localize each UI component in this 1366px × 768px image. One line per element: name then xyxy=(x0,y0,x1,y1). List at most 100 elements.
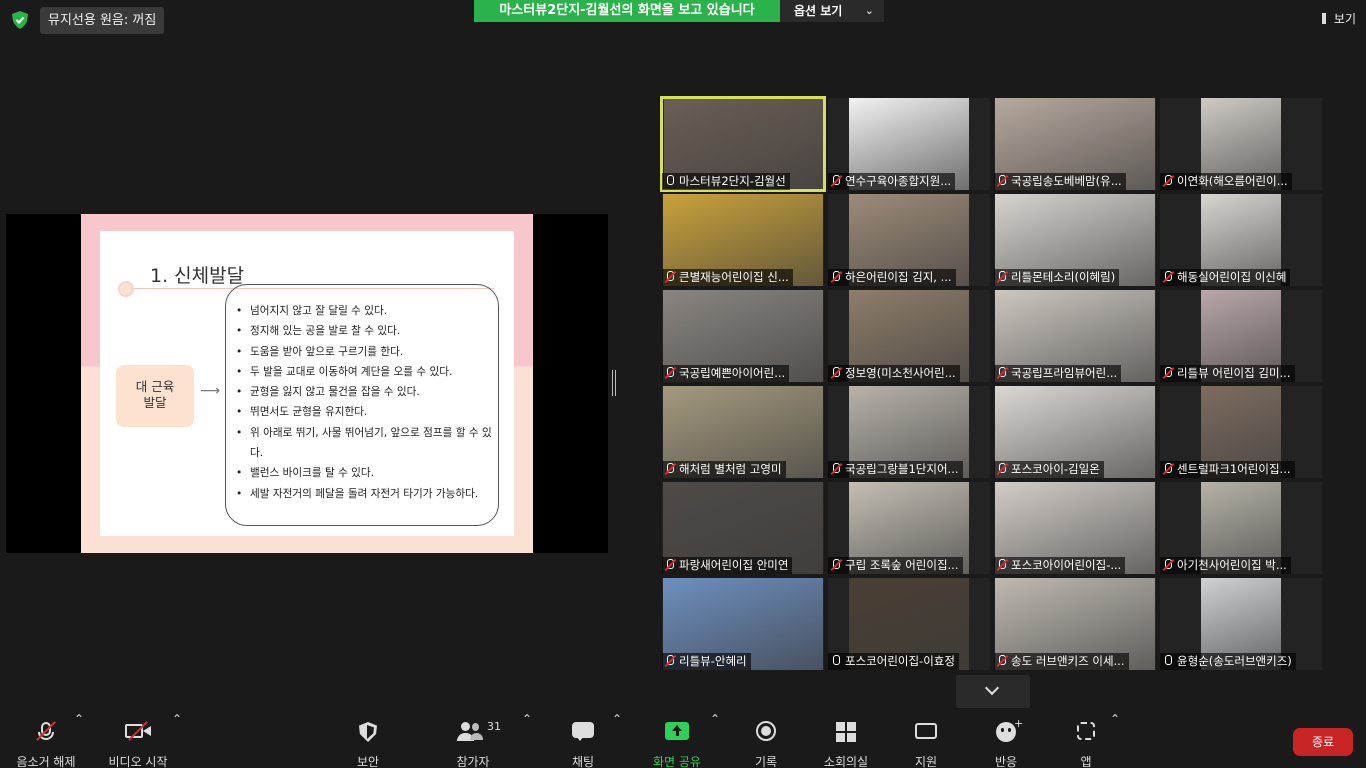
participant-name-label: 마스터뷰2단지-김월선 xyxy=(662,173,790,190)
participant-tile[interactable]: 리틀뷰-안혜리 xyxy=(660,576,826,672)
gallery-collapse-button[interactable] xyxy=(956,675,1030,708)
participant-tile[interactable]: 이연화(해오름어린이... xyxy=(1158,96,1324,192)
view-button[interactable]: 보기 xyxy=(1321,10,1356,27)
participant-tile[interactable]: 포스코아이어린이집-... xyxy=(992,480,1158,576)
category-line-1: 대 근육 xyxy=(135,379,175,394)
participant-tile[interactable]: 해처럼 별처럼 고영미 xyxy=(660,384,826,480)
participant-name: 리틀몬테소리(이혜림) xyxy=(1011,270,1116,284)
breakout-rooms-label: 소회의실 xyxy=(823,755,869,768)
reactions-button[interactable]: + 반응 xyxy=(986,712,1026,768)
participant-name-label: 정보영(미소천사어린... xyxy=(828,365,960,382)
skill-item: 뛰면서도 균형을 유지한다. xyxy=(236,402,494,423)
skill-item: 두 발을 교대로 이동하여 계단을 오를 수 있다. xyxy=(236,362,494,383)
support-button[interactable]: 지원 xyxy=(906,712,946,768)
participant-tile[interactable]: 정보영(미소천사어린... xyxy=(826,288,992,384)
participant-name-label: 포스코아이-김일온 xyxy=(994,461,1104,478)
video-options-caret[interactable]: ⌃ xyxy=(172,712,182,768)
screen-share-banner: 마스터뷰2단지-김월선의 화면을 보고 있습니다 xyxy=(474,0,780,22)
participant-name: 리틀뷰-안혜리 xyxy=(679,654,747,668)
participant-tile[interactable]: 큰별재능어린이집 신... xyxy=(660,192,826,288)
view-label: 보기 xyxy=(1333,12,1356,26)
participant-tile[interactable]: 마스터뷰2단지-김월선 xyxy=(660,96,826,192)
participant-tile[interactable]: 국공립송도베베맘(유... xyxy=(992,96,1158,192)
participant-name-label: 구립 조록숲 어린이집... xyxy=(828,557,963,574)
mic-muted-icon xyxy=(664,655,676,667)
breakout-rooms-button[interactable]: 소회의실 xyxy=(818,712,874,768)
participant-name: 연수구육아종합지원... xyxy=(845,174,952,188)
participant-tile[interactable]: 포스코아이-김일온 xyxy=(992,384,1158,480)
participants-icon-2-body xyxy=(470,733,483,740)
share-screen-button[interactable]: 화면 공유 xyxy=(646,712,708,768)
participant-name-label: 윤형순(송도러브앤키즈) xyxy=(1160,653,1296,670)
participant-name: 포스코어린이집-이효정 xyxy=(845,654,955,668)
participant-tile[interactable]: 국공립예쁜아이어린... xyxy=(660,288,826,384)
apps-button[interactable]: 앱 xyxy=(1066,712,1106,768)
mic-icon xyxy=(1162,655,1174,667)
participant-tile[interactable]: 포스코어린이집-이효정 xyxy=(826,576,992,672)
participant-tile[interactable]: 송도 러브앤키즈 이세... xyxy=(992,576,1158,672)
mic-muted-icon xyxy=(996,655,1008,667)
participant-tile[interactable]: 국공립프라임뷰어린... xyxy=(992,288,1158,384)
encryption-shield-icon[interactable] xyxy=(10,10,30,30)
mic-muted-icon xyxy=(996,367,1008,379)
share-arrow-stem xyxy=(675,730,679,736)
audio-options-caret[interactable]: ⌃ xyxy=(74,712,84,768)
chat-button[interactable]: 채팅 xyxy=(562,712,604,768)
skill-item: 위 아래로 뛰기, 사물 뛰어넘기, 앞으로 점프를 할 수 있다. xyxy=(236,423,494,464)
participant-name: 하은어린이집 김지, ... xyxy=(845,270,952,284)
category-box: 대 근육 발달 xyxy=(116,365,194,427)
mic-muted-icon xyxy=(1162,271,1174,283)
participant-tile[interactable]: 해동실어린이집 이신혜 xyxy=(1158,192,1324,288)
participant-tile[interactable]: 센트럴파크1어린이집... xyxy=(1158,384,1324,480)
participant-name: 센트럴파크1어린이집... xyxy=(1177,462,1291,476)
unmute-label: 음소거 해제 xyxy=(16,755,76,768)
slide-title: 1. 신체발달 xyxy=(150,265,245,287)
participant-tile[interactable]: 리틀몬테소리(이혜림) xyxy=(992,192,1158,288)
participant-tile[interactable]: 국공립그랑블1단지어... xyxy=(826,384,992,480)
participant-name-label: 포스코아이어린이집-... xyxy=(994,557,1126,574)
panel-resize-handle[interactable] xyxy=(612,370,616,396)
mic-muted-icon xyxy=(996,175,1008,187)
slide-content: 1. 신체발달 대 근육 발달 ⟶ 넘어지지 않고 잘 달릴 수 있다.정지해 … xyxy=(100,231,514,536)
participant-tile[interactable]: 구립 조록숲 어린이집... xyxy=(826,480,992,576)
participant-name-label: 연수구육아종합지원... xyxy=(828,173,956,190)
start-video-button[interactable]: 비디오 시작 xyxy=(104,712,172,768)
unmute-button[interactable]: 음소거 해제 xyxy=(10,712,82,768)
record-button[interactable]: 기록 xyxy=(746,712,786,768)
share-options-caret[interactable]: ⌃ xyxy=(710,712,720,768)
share-screen-label: 화면 공유 xyxy=(653,755,701,768)
participant-name: 파랑새어린이집 안미연 xyxy=(679,558,789,572)
skill-item: 균형을 잃지 않고 물건을 잡을 수 있다. xyxy=(236,382,494,403)
arrow-right-icon: ⟶ xyxy=(200,383,221,399)
chat-options-caret[interactable]: ⌃ xyxy=(612,712,622,768)
mic-muted-icon xyxy=(830,559,842,571)
mic-muted-icon xyxy=(996,559,1008,571)
participant-name: 정보영(미소천사어린... xyxy=(845,366,956,380)
participant-name: 윤형순(송도러브앤키즈) xyxy=(1177,654,1292,668)
chevron-down-icon xyxy=(984,680,1000,696)
participant-tile[interactable]: 리틀뷰 어린이집 김미... xyxy=(1158,288,1324,384)
end-meeting-button[interactable]: 종료 xyxy=(1293,728,1353,756)
original-sound-notice[interactable]: 뮤지선용 원음: 꺼짐 xyxy=(40,7,165,34)
participants-options-caret[interactable]: ⌃ xyxy=(522,712,532,768)
participant-tile[interactable]: 파랑새어린이집 안미연 xyxy=(660,480,826,576)
participant-tile[interactable]: 아기천사어린이집 박... xyxy=(1158,480,1324,576)
mic-muted-icon xyxy=(664,367,676,379)
participant-name-label: 리틀뷰 어린이집 김미... xyxy=(1160,365,1295,382)
participant-tile[interactable]: 하은어린이집 김지, ... xyxy=(826,192,992,288)
participant-tile[interactable]: 윤형순(송도러브앤키즈) xyxy=(1158,576,1324,672)
start-video-label: 비디오 시작 xyxy=(108,755,168,768)
participant-name-label: 아기천사어린이집 박... xyxy=(1160,557,1291,574)
participant-name: 포스코아이어린이집-... xyxy=(1011,558,1122,572)
apps-options-caret[interactable]: ⌃ xyxy=(1110,712,1120,768)
record-label: 기록 xyxy=(754,755,778,768)
skills-list-box: 넘어지지 않고 잘 달릴 수 있다.정지해 있는 공을 발로 찰 수 있다.도움… xyxy=(225,284,499,526)
chevron-down-icon: ⌄ xyxy=(864,4,874,17)
chat-label: 채팅 xyxy=(571,755,595,768)
security-button[interactable]: 보안 xyxy=(348,712,388,768)
view-options-button[interactable]: 옵션 보기 ⌄ xyxy=(780,0,884,22)
participants-button[interactable]: 31 참가자 xyxy=(452,712,501,768)
plus-icon: + xyxy=(1014,717,1024,730)
participant-tile[interactable]: 연수구육아종합지원... xyxy=(826,96,992,192)
skill-item: 넘어지지 않고 잘 달릴 수 있다. xyxy=(236,301,494,322)
